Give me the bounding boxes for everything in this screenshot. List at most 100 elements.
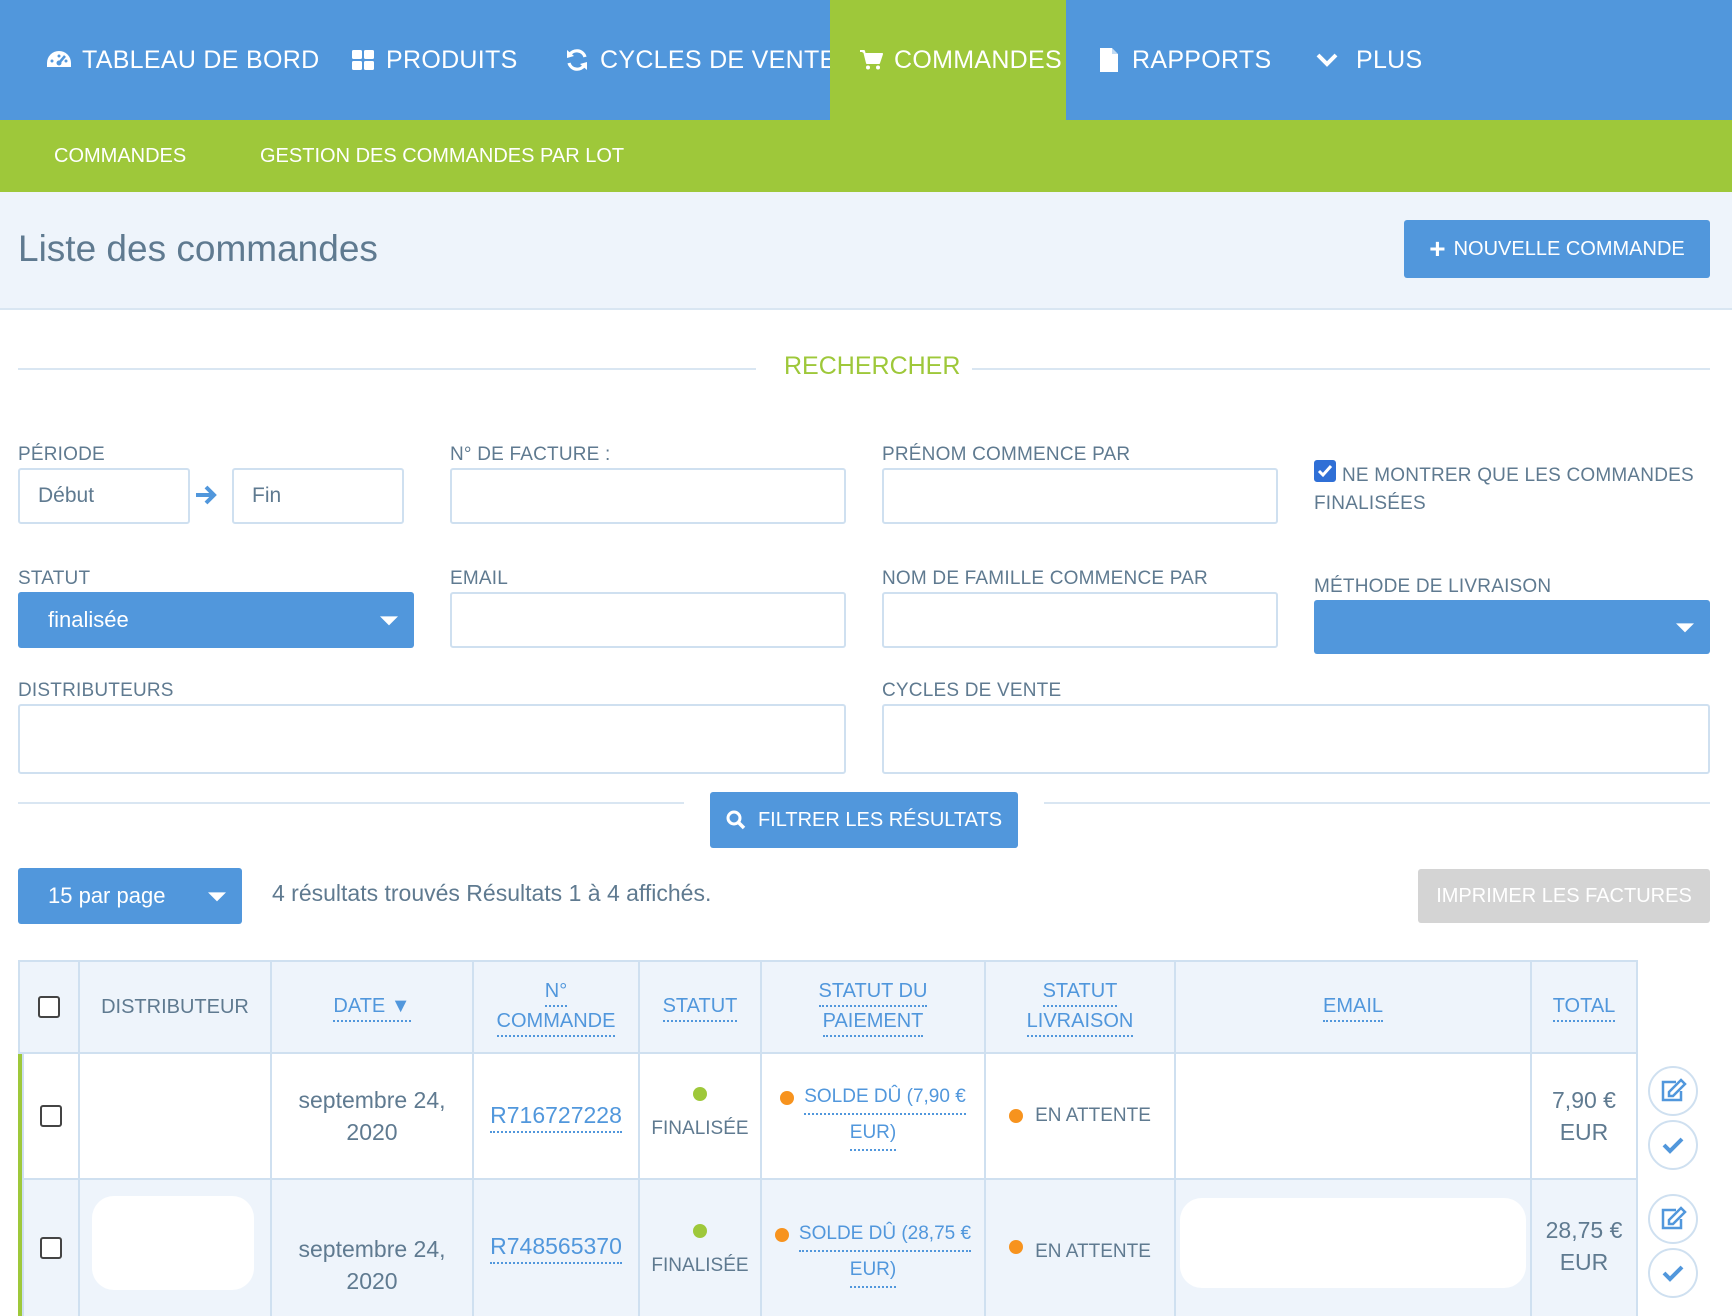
- header-email-label[interactable]: EMAIL: [1322, 992, 1384, 1022]
- table-cell-status: FINALISÉE: [638, 1178, 762, 1316]
- only-finalized-label: NE MONTRER QUE LES COMMANDES FINALISÉES: [1314, 465, 1694, 514]
- validate-order-button[interactable]: [1648, 1120, 1698, 1170]
- total-line2: EUR: [1559, 1119, 1609, 1145]
- search-title: RECHERCHER: [784, 352, 961, 380]
- email-input[interactable]: [450, 592, 846, 648]
- header-date-label[interactable]: DATE ▼: [333, 992, 411, 1022]
- header-payment-line2[interactable]: PAIEMENT: [822, 1007, 924, 1037]
- check-icon: [1662, 1265, 1684, 1282]
- shipping-status-text: EN ATTENTE: [1035, 1241, 1151, 1262]
- header-email[interactable]: EMAIL: [1174, 960, 1532, 1054]
- status-label: STATUT: [18, 568, 91, 589]
- nav-item-products[interactable]: PRODUITS: [348, 0, 518, 120]
- header-select-cell: [18, 960, 80, 1054]
- table-cell-order-number: R716727228: [472, 1052, 640, 1180]
- table-cell-email: [1174, 1052, 1532, 1180]
- dashboard-icon: [44, 45, 74, 75]
- distributors-input[interactable]: [18, 704, 846, 774]
- firstname-input[interactable]: [882, 468, 1278, 524]
- order-number-link[interactable]: R748565370: [490, 1230, 622, 1264]
- header-total-label[interactable]: TOTAL: [1552, 992, 1616, 1022]
- header-total[interactable]: TOTAL: [1530, 960, 1638, 1054]
- header-order-number[interactable]: N° COMMANDE: [472, 960, 640, 1054]
- header-shipping-line1[interactable]: STATUT: [1042, 977, 1118, 1007]
- file-icon: [1094, 45, 1124, 75]
- nav-item-more[interactable]: PLUS: [1312, 0, 1423, 120]
- header-status-label[interactable]: STATUT: [662, 992, 738, 1022]
- status-text: FINALISÉE: [651, 1118, 749, 1139]
- subnav-item-orders[interactable]: COMMANDES: [54, 120, 186, 192]
- shipping-method-select[interactable]: [1314, 600, 1710, 654]
- start-date-placeholder: Début: [38, 484, 95, 507]
- status-select-value: finalisée: [48, 607, 129, 632]
- print-invoices-button[interactable]: IMPRIMER LES FACTURES: [1418, 869, 1710, 923]
- top-navigation: TABLEAU DE BORD PRODUITS CYCLES DE VENTE…: [0, 0, 1732, 120]
- nav-item-dashboard[interactable]: TABLEAU DE BORD: [44, 0, 319, 120]
- row-checkbox[interactable]: [40, 1105, 62, 1127]
- header-payment-status[interactable]: STATUT DU PAIEMENT: [760, 960, 986, 1054]
- payment-status-link-line2[interactable]: EUR): [849, 1254, 897, 1288]
- edit-order-button[interactable]: [1648, 1194, 1698, 1244]
- table-cell-date: septembre 24, 2020: [270, 1052, 474, 1180]
- check-icon: [1662, 1137, 1684, 1154]
- filter-results-button[interactable]: FILTRER LES RÉSULTATS: [710, 792, 1018, 848]
- payment-status-link[interactable]: SOLDE DÛ (7,90 €: [804, 1081, 966, 1115]
- date-line2: 2020: [346, 1268, 398, 1294]
- chevron-down-icon: [1312, 45, 1342, 75]
- end-date-input[interactable]: Fin: [232, 468, 404, 524]
- status-dot: [693, 1087, 707, 1101]
- nav-label: COMMANDES: [894, 45, 1062, 74]
- header-status[interactable]: STATUT: [638, 960, 762, 1054]
- nav-label: RAPPORTS: [1132, 45, 1272, 74]
- payment-status-link[interactable]: SOLDE DÛ (28,75 €: [798, 1218, 972, 1252]
- lastname-label: NOM DE FAMILLE COMMENCE PAR: [882, 568, 1208, 589]
- nav-label: TABLEAU DE BORD: [82, 45, 320, 74]
- table-cell-payment-status: SOLDE DÛ (28,75 € EUR): [760, 1178, 986, 1316]
- edit-order-button[interactable]: [1648, 1066, 1698, 1116]
- nav-item-reports[interactable]: RAPPORTS: [1094, 0, 1271, 120]
- firstname-label: PRÉNOM COMMENCE PAR: [882, 444, 1131, 465]
- nav-label: CYCLES DE VENTE: [600, 45, 837, 74]
- header-shipping-line2[interactable]: LIVRAISON: [1026, 1007, 1134, 1037]
- select-all-checkbox[interactable]: [38, 996, 60, 1018]
- per-page-select[interactable]: 15 par page: [18, 868, 242, 924]
- row-checkbox[interactable]: [40, 1237, 62, 1259]
- results-summary: 4 résultats trouvés Résultats 1 à 4 affi…: [272, 880, 712, 906]
- header-payment-line1[interactable]: STATUT DU: [818, 977, 928, 1007]
- payment-status-link-line2[interactable]: EUR): [849, 1117, 897, 1151]
- payment-status-dot: [780, 1091, 795, 1105]
- validate-order-button[interactable]: [1648, 1248, 1698, 1298]
- row-select-cell: [22, 1052, 80, 1180]
- subnav-item-batch-orders[interactable]: GESTION DES COMMANDES PAR LOT: [260, 120, 624, 192]
- divider: [18, 368, 756, 370]
- row-select-cell: [22, 1178, 80, 1316]
- nav-item-orders[interactable]: COMMANDES: [830, 0, 1066, 120]
- header-order-number-line2[interactable]: COMMANDE: [496, 1007, 616, 1037]
- status-select[interactable]: finalisée: [18, 592, 414, 648]
- date-line1: septembre 24,: [298, 1087, 446, 1113]
- table-cell-status: FINALISÉE: [638, 1052, 762, 1180]
- sales-cycles-input[interactable]: [882, 704, 1710, 774]
- new-order-label: NOUVELLE COMMANDE: [1453, 237, 1685, 260]
- header-shipping-status[interactable]: STATUT LIVRAISON: [984, 960, 1176, 1054]
- header-date[interactable]: DATE ▼: [270, 960, 474, 1054]
- new-order-button[interactable]: + NOUVELLE COMMANDE: [1404, 220, 1710, 278]
- total-line1: 28,75 €: [1545, 1217, 1623, 1243]
- nav-item-sales-cycles[interactable]: CYCLES DE VENTE: [562, 0, 837, 120]
- end-date-placeholder: Fin: [252, 484, 282, 507]
- redacted-block: [92, 1196, 254, 1290]
- table-cell-distributor: [78, 1052, 272, 1180]
- plus-icon: +: [1429, 233, 1446, 264]
- filter-label: FILTRER LES RÉSULTATS: [757, 808, 1003, 831]
- grid-icon: [348, 45, 378, 75]
- period-label: PÉRIODE: [18, 444, 105, 465]
- sales-cycles-label: CYCLES DE VENTE: [882, 680, 1062, 701]
- start-date-input[interactable]: Début: [18, 468, 190, 524]
- invoice-number-input[interactable]: [450, 468, 846, 524]
- table-cell-shipping-status: EN ATTENTE: [984, 1052, 1176, 1180]
- order-number-link[interactable]: R716727228: [490, 1099, 622, 1133]
- header-order-number-line1[interactable]: N°: [544, 977, 568, 1007]
- shipping-status-dot: [1009, 1240, 1024, 1254]
- lastname-input[interactable]: [882, 592, 1278, 648]
- status-dot: [693, 1224, 707, 1238]
